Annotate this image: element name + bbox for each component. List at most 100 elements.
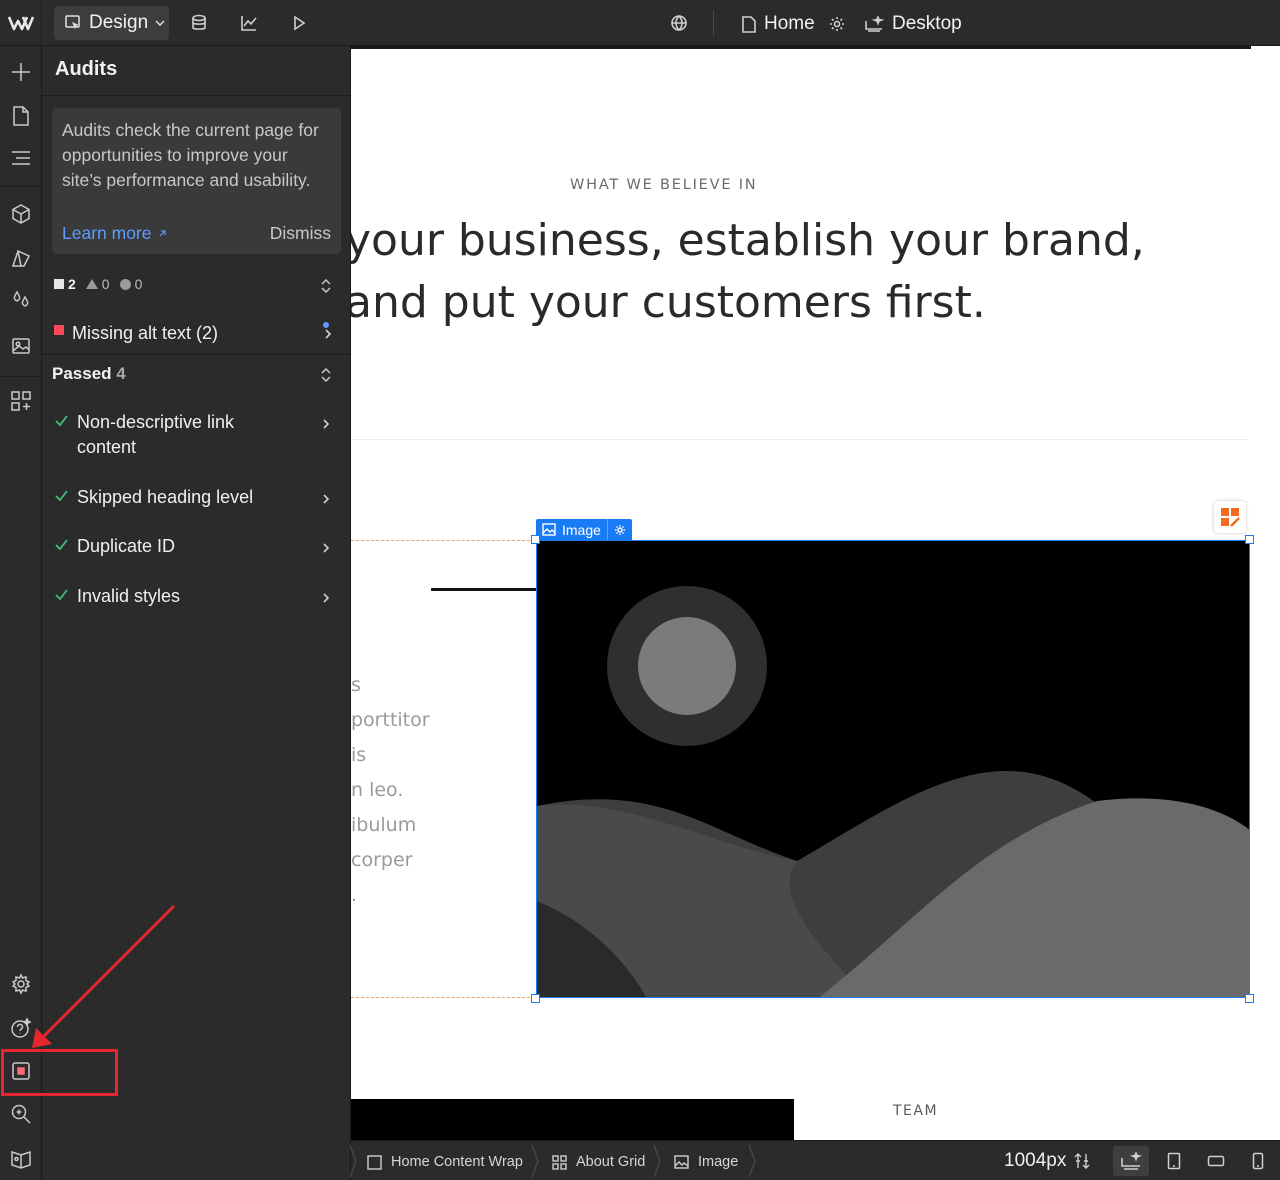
page-selector[interactable]: Home: [742, 10, 845, 38]
page-label: Home: [764, 13, 815, 34]
team-image-strip[interactable]: [351, 1099, 794, 1140]
styles-brush-icon[interactable]: [9, 246, 33, 270]
breakpoint-portrait-button[interactable]: [1240, 1146, 1276, 1176]
error-count: 2: [54, 276, 76, 292]
passed-item[interactable]: Non-descriptive link content: [54, 410, 341, 460]
body-paragraph[interactable]: s porttitor is n leo. ibulum corper .: [351, 668, 430, 913]
padding-guide-top: [351, 540, 535, 541]
learn-more-link[interactable]: Learn more: [62, 223, 167, 244]
analytics-chart-icon[interactable]: [238, 12, 260, 34]
chevron-right-icon: [321, 412, 331, 437]
selected-image[interactable]: [536, 540, 1250, 998]
breadcrumb-item[interactable]: About Grid: [552, 1151, 645, 1173]
breadcrumb-label: Home Content Wrap: [391, 1154, 523, 1170]
resize-handle[interactable]: [531, 994, 540, 1003]
webflow-logo-icon[interactable]: [0, 0, 42, 46]
resize-handle[interactable]: [1245, 994, 1254, 1003]
canvas-width-readout[interactable]: 1004px: [1004, 1150, 1090, 1172]
warning-count: 0: [85, 276, 110, 292]
passed-item-label: Invalid styles: [77, 586, 181, 606]
error-square-icon: [54, 279, 64, 289]
warning-triangle-icon: [85, 279, 98, 289]
square-icon: [367, 1154, 382, 1170]
image-icon: [542, 523, 556, 536]
resize-handle[interactable]: [1245, 535, 1254, 544]
design-canvas[interactable]: WHAT WE BELIEVE IN your business, establ…: [351, 46, 1280, 1140]
placeholder-image: [537, 541, 1249, 997]
settings-gear-icon[interactable]: [9, 972, 33, 996]
gear-icon[interactable]: [614, 524, 626, 536]
sort-updown-icon[interactable]: [320, 278, 332, 294]
info-text: Audits check the current page for opport…: [62, 120, 319, 190]
pages-icon[interactable]: [9, 104, 33, 128]
navigator-icon[interactable]: [9, 146, 33, 170]
breakpoint-landscape-button[interactable]: [1198, 1146, 1234, 1176]
grid-edit-button[interactable]: [1214, 501, 1246, 533]
components-cube-icon[interactable]: [9, 202, 33, 226]
breadcrumb-label: About Grid: [576, 1154, 646, 1170]
team-eyebrow[interactable]: TEAM: [893, 1103, 938, 1119]
audits-panel: Audits Audits check the current page for…: [42, 46, 351, 1180]
panel-title: Audits: [55, 58, 118, 80]
selected-element-tag[interactable]: Image: [536, 519, 632, 540]
breakpoint-label: Desktop: [892, 13, 962, 34]
status-bar: Home Content Wrap About Grid Image 1004p…: [349, 1140, 1280, 1180]
error-square-icon: [54, 325, 64, 335]
assets-image-icon[interactable]: [9, 334, 33, 358]
breakpoint-desktop-button[interactable]: [1113, 1146, 1149, 1176]
page-icon: [742, 15, 756, 33]
apps-grid-icon[interactable]: [9, 389, 33, 413]
globe-icon[interactable]: [668, 12, 690, 34]
learn-more-label: Learn more: [62, 223, 152, 243]
passed-count: 4: [116, 364, 126, 383]
breadcrumb-item[interactable]: Image: [674, 1151, 738, 1173]
canvas-top-border: [351, 46, 1251, 49]
breadcrumb-separator: [653, 1144, 661, 1178]
add-panel-icon[interactable]: [9, 60, 33, 84]
chevron-right-icon: [321, 536, 331, 561]
canvas-width-value: 1004px: [1004, 1150, 1067, 1171]
toolbar-divider: [713, 10, 714, 36]
variables-drops-icon[interactable]: [9, 288, 33, 312]
breadcrumb-label: Image: [698, 1154, 739, 1170]
sort-updown-icon[interactable]: [320, 367, 332, 383]
rail-separator: [0, 186, 42, 187]
breakpoint-selector[interactable]: Desktop: [864, 10, 962, 38]
dismiss-button[interactable]: Dismiss: [270, 223, 331, 244]
annotation-highlight-box: [1, 1049, 118, 1096]
passed-item[interactable]: Skipped heading level: [54, 485, 341, 510]
passed-section-header[interactable]: Passed 4: [52, 364, 126, 384]
check-icon: [54, 534, 69, 559]
width-adjust-icon[interactable]: [1074, 1152, 1090, 1170]
audits-info-box: Audits check the current page for opport…: [52, 108, 341, 254]
left-icon-rail: [0, 46, 42, 1180]
breakpoint-tablet-button[interactable]: [1156, 1146, 1192, 1176]
chevron-right-icon: [321, 586, 331, 611]
check-icon: [54, 410, 69, 460]
section-divider: [351, 439, 1248, 440]
help-sparkle-icon[interactable]: [9, 1016, 33, 1040]
audit-counts[interactable]: 2 0 0: [54, 276, 142, 292]
passed-item[interactable]: Duplicate ID: [54, 534, 341, 559]
breadcrumb-item[interactable]: Home Content Wrap: [367, 1151, 523, 1173]
search-zoom-icon[interactable]: [9, 1102, 33, 1126]
cms-database-icon[interactable]: [188, 12, 210, 34]
check-icon: [54, 485, 69, 510]
section-eyebrow[interactable]: WHAT WE BELIEVE IN: [570, 177, 757, 193]
passed-item-label: Duplicate ID: [77, 536, 176, 556]
issue-missing-alt-text[interactable]: Missing alt text (2): [54, 318, 339, 348]
passed-item[interactable]: Invalid styles: [54, 584, 341, 609]
gear-icon[interactable]: [829, 16, 845, 32]
panel-divider: [42, 95, 351, 96]
preview-play-icon[interactable]: [288, 12, 310, 34]
mobile-portrait-icon: [1252, 1152, 1264, 1170]
breadcrumb-separator: [531, 1144, 539, 1178]
chevron-right-icon: [321, 487, 331, 512]
video-tutorials-icon[interactable]: [9, 1146, 33, 1170]
resize-handle[interactable]: [531, 535, 540, 544]
section-headline[interactable]: your business, establish your brand, and…: [351, 210, 1245, 334]
design-mode-button[interactable]: Design: [54, 6, 169, 40]
desktop-star-icon: [865, 16, 884, 32]
breadcrumb-separator: [349, 1144, 357, 1178]
rail-separator: [0, 376, 42, 377]
